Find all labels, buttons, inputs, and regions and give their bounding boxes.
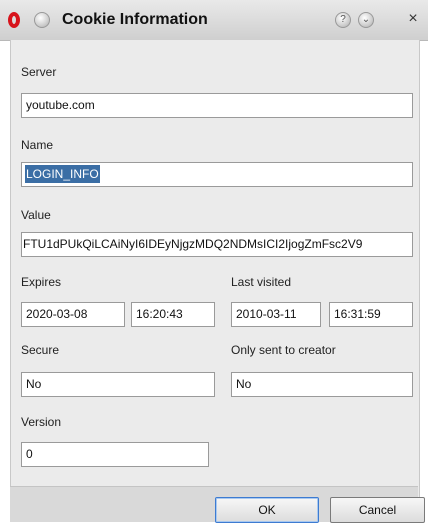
value-field[interactable]: FTU1dPUkQiLCAiNyI6IDEyNjgzMDQ2NDMsICI2Ij… — [21, 232, 413, 257]
value-label: Value — [21, 208, 51, 222]
chevron-down-icon[interactable]: ⌄ — [358, 12, 374, 28]
last-visited-time-field[interactable]: 16:31:59 — [329, 302, 413, 327]
name-label: Name — [21, 138, 54, 152]
only-sent-to-creator-label: Only sent to creator — [231, 343, 336, 357]
only-sent-to-creator-field[interactable]: No — [231, 372, 413, 397]
expires-label: Expires — [21, 275, 62, 289]
secure-field[interactable]: No — [21, 372, 215, 397]
cancel-button[interactable]: Cancel — [330, 497, 425, 523]
expires-date-field[interactable]: 2020-03-08 — [21, 302, 125, 327]
server-field[interactable]: youtube.com — [21, 93, 413, 118]
name-field-selected-text: LOGIN_INFO — [25, 165, 100, 183]
dialog-content: Server youtube.com Name LOGIN_INFO Value… — [10, 40, 420, 502]
cookie-information-dialog: Cookie Information ? ⌄ × Server youtube.… — [0, 0, 428, 523]
close-icon[interactable]: × — [405, 11, 421, 28]
dialog-footer: OK Cancel — [10, 486, 425, 523]
last-visited-date-field[interactable]: 2010-03-11 — [231, 302, 321, 327]
dialog-title: Cookie Information — [62, 11, 208, 28]
last-visited-label: Last visited — [231, 275, 292, 289]
window-menu-icon[interactable] — [34, 12, 50, 28]
version-label: Version — [21, 415, 62, 429]
secure-label: Secure — [21, 343, 60, 357]
server-label: Server — [21, 65, 57, 79]
name-field[interactable]: LOGIN_INFO — [21, 162, 413, 187]
expires-time-field[interactable]: 16:20:43 — [131, 302, 215, 327]
ok-button[interactable]: OK — [215, 497, 319, 523]
title-bar: Cookie Information ? ⌄ × — [0, 0, 428, 41]
help-icon[interactable]: ? — [335, 12, 351, 28]
version-field[interactable]: 0 — [21, 442, 209, 467]
opera-logo-icon — [8, 12, 20, 28]
